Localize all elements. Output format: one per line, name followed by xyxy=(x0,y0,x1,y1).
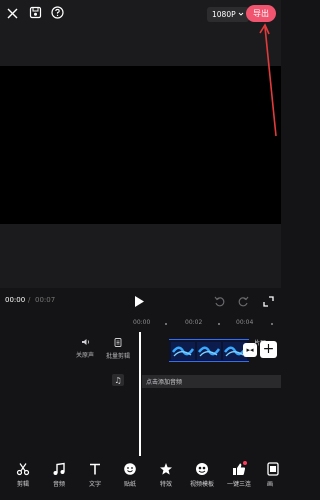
ruler-label: 00:04 xyxy=(236,319,254,326)
toolbar-item-template[interactable]: 视频模板 xyxy=(185,462,219,488)
ruler-tick xyxy=(271,323,273,325)
batch-edit-label: 批量剪辑 xyxy=(106,353,131,360)
current-time: 00:00 xyxy=(5,296,26,304)
template-icon xyxy=(196,463,208,475)
speaker-icon xyxy=(81,338,90,348)
chevron-down-icon xyxy=(238,10,244,19)
total-time: 00:07 xyxy=(35,296,56,304)
sticker-icon xyxy=(124,463,136,475)
export-button[interactable]: 导出 xyxy=(246,5,276,22)
toolbar-item-sticker[interactable]: 贴纸 xyxy=(113,462,147,488)
notification-dot xyxy=(243,461,247,465)
music-note-icon xyxy=(53,462,65,475)
preview-margin-bottom xyxy=(0,224,281,288)
mute-original-audio-button[interactable]: 关原声 xyxy=(76,338,94,359)
top-bar: 1080P 导出 xyxy=(0,0,281,30)
play-icon[interactable] xyxy=(133,295,145,308)
ruler-tick xyxy=(165,323,167,325)
toolbar-item-label: 贴纸 xyxy=(123,481,136,488)
toolbar-item-canvas[interactable]: 画 xyxy=(258,462,281,488)
music-track-icon: ♫ xyxy=(112,374,124,386)
toolbar-item-label: 视频模板 xyxy=(189,481,214,488)
ruler-tick xyxy=(218,323,220,325)
scissors-icon xyxy=(16,463,30,476)
canvas-icon xyxy=(267,462,279,476)
toolbar-item-edit[interactable]: 剪辑 xyxy=(6,462,40,488)
video-preview[interactable] xyxy=(0,66,281,224)
mute-original-label: 关原声 xyxy=(76,352,95,359)
toolbar-item-label: 特效 xyxy=(159,481,172,488)
clip-thumbnail xyxy=(171,342,195,360)
resolution-label: 1080P xyxy=(212,10,236,19)
toolbar-item-label: 一键三连 xyxy=(226,481,251,488)
toolbar-item-label: 画 xyxy=(267,481,274,488)
ruler-label: 00:02 xyxy=(185,319,203,326)
time-separator: / xyxy=(28,296,31,304)
toolbar-item-label: 文字 xyxy=(88,481,101,488)
playback-controls: 00:00 / 00:07 xyxy=(0,288,281,314)
save-draft-icon[interactable] xyxy=(29,6,42,19)
toolbar-item-text[interactable]: 文字 xyxy=(78,462,112,488)
preview-margin-top xyxy=(0,30,281,66)
add-audio-track[interactable]: 点击添加音频 xyxy=(142,375,281,388)
clip-thumbnail xyxy=(197,342,221,360)
toolbar-item-effects[interactable]: 特效 xyxy=(149,462,183,488)
effects-star-icon xyxy=(160,463,172,475)
video-clip[interactable] xyxy=(169,339,249,362)
batch-edit-icon xyxy=(114,338,122,349)
toolbar-item-label: 音频 xyxy=(52,481,65,488)
playhead[interactable] xyxy=(139,332,141,456)
fullscreen-icon[interactable] xyxy=(263,296,274,307)
text-icon xyxy=(90,463,100,475)
close-icon[interactable] xyxy=(6,7,19,20)
toolbar-item-audio[interactable]: 音频 xyxy=(42,462,76,488)
timeline-ruler: 00:00 00:02 00:04 xyxy=(0,314,281,332)
undo-icon[interactable] xyxy=(214,296,225,307)
redo-icon[interactable] xyxy=(238,296,249,307)
toolbar-item-triple-action[interactable]: 一键三连 xyxy=(222,461,256,488)
add-clip-button[interactable]: + xyxy=(260,341,277,358)
toolbar-item-label: 剪辑 xyxy=(16,481,29,488)
resolution-selector[interactable]: 1080P xyxy=(207,7,249,22)
annotation-arrow xyxy=(259,23,277,137)
ruler-label: 00:00 xyxy=(133,319,151,326)
help-icon[interactable] xyxy=(51,6,64,19)
batch-edit-button[interactable]: 批量剪辑 xyxy=(106,338,130,360)
